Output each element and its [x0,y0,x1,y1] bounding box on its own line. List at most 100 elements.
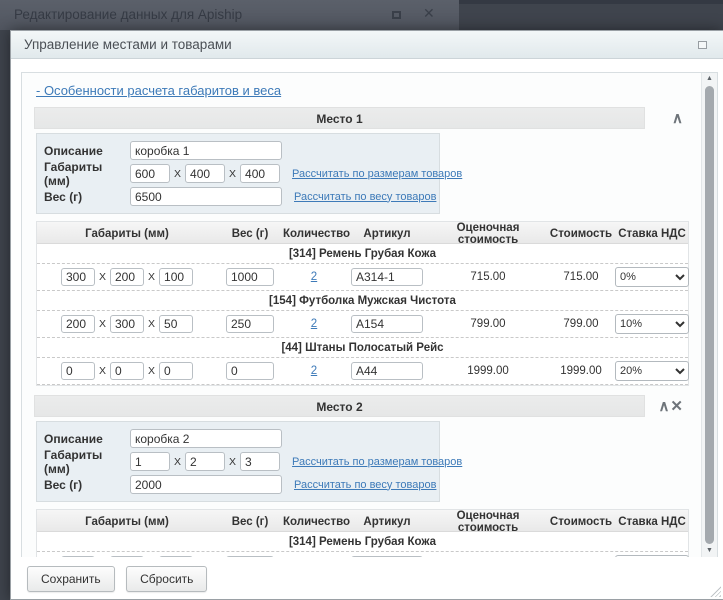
dimension-width-input[interactable] [185,452,225,471]
dimension-separator: X [99,318,106,330]
weight-input[interactable] [130,475,282,494]
vat-select[interactable]: 10% [615,314,689,334]
collapse-place-icon[interactable]: ∧ [658,398,669,415]
product-group-title: [314] Ремень Грубая Кожа [37,532,688,551]
weight-label: Вес (г) [44,190,130,204]
item-dim-height-input[interactable] [159,268,193,286]
dims-cell: X X [37,362,217,380]
quantity-link[interactable]: 2 [311,271,317,283]
weight-input[interactable] [130,187,282,206]
place-1-controls: ∧ [645,109,689,128]
maximize-icon[interactable] [392,11,401,19]
place-2-items-table: Габариты (мм) Вес (г) Количество Артикул… [36,509,689,557]
delete-place-icon[interactable]: ✕ [670,398,683,415]
content-scroll: - Особенности расчета габаритов и веса М… [22,73,701,557]
dimension-height-input[interactable] [240,452,280,471]
reset-button[interactable]: Сбросить [126,566,207,592]
item-weight-cell [217,315,283,333]
dimension-height-input[interactable] [240,164,280,183]
manage-places-dialog: Управление местами и товарами - Особенно… [10,30,723,600]
dialog-content: - Особенности расчета габаритов и веса М… [21,72,718,558]
item-dim-height-input[interactable] [159,362,193,380]
header-vat: Ставка НДС [615,228,689,240]
calc-by-weight-link[interactable]: Рассчитать по весу товаров [294,479,436,491]
item-dim-height-input[interactable] [159,315,193,333]
item-weight-input[interactable] [226,315,274,333]
dimension-separator: X [148,318,155,330]
dimension-separator: X [229,456,236,468]
vat-select[interactable]: 20% [615,361,689,381]
description-input[interactable] [130,141,282,160]
place-1-form: Описание Габариты (мм) X X Рассчитать по… [36,133,440,214]
header-cost: Стоимость [547,228,615,240]
item-dim-length-input[interactable] [61,268,95,286]
weight-label: Вес (г) [44,478,130,492]
estimated-cost-value: 1999.00 [429,365,547,377]
scrollbar-down-icon[interactable]: ▼ [702,546,717,556]
header-weight: Вес (г) [217,228,283,240]
item-dim-length-input[interactable] [61,362,95,380]
calc-by-weight-link[interactable]: Рассчитать по весу товаров [294,191,436,203]
scrollbar-thumb[interactable] [705,86,714,544]
item-dim-width-input[interactable] [110,362,144,380]
dimension-length-input[interactable] [130,164,170,183]
place-1-header: Место 1 ∧ [34,107,689,129]
save-button[interactable]: Сохранить [27,566,115,592]
dimensions-row: Габариты (мм) X X Рассчитать по размерам… [44,450,432,473]
dims-cell: X X [37,315,217,333]
estimated-cost-value: 715.00 [429,271,547,283]
collapse-place-icon[interactable]: ∧ [672,110,683,127]
dimension-width-input[interactable] [185,164,225,183]
header-dimensions: Габариты (мм) [37,228,217,240]
dimension-separator: X [174,456,181,468]
product-row: X X 2 1999.00 1999.00 [37,357,688,385]
item-dim-width-input[interactable] [110,315,144,333]
background-window-titlebar: Редактирование данных для Apiship ✕ [0,0,459,30]
vat-cell: 10% [615,314,689,334]
product-row: X X 2 715.00 715.00 [37,263,688,291]
weight-row: Вес (г) Рассчитать по весу товаров [44,473,432,496]
dimension-length-input[interactable] [130,452,170,471]
resize-handle-icon[interactable] [710,586,721,597]
vat-select[interactable]: 0% [615,267,689,287]
dimension-separator: X [174,168,181,180]
restore-icon[interactable] [698,41,707,49]
item-weight-cell [217,362,283,380]
cost-value: 1999.00 [547,365,615,377]
description-label: Описание [44,144,130,158]
table-header-row: Габариты (мм) Вес (г) Количество Артикул… [37,510,688,532]
item-weight-cell [217,268,283,286]
item-quantity-cell: 2 [283,365,345,377]
close-icon[interactable]: ✕ [423,5,435,22]
features-toggle-link[interactable]: - Особенности расчета габаритов и веса [36,83,281,98]
item-weight-input[interactable] [226,268,274,286]
item-dim-length-input[interactable] [61,315,95,333]
sku-input[interactable] [351,315,423,333]
place-1-title-bar: Место 1 [34,107,645,129]
vertical-scrollbar[interactable]: ▲ ▼ [701,73,717,557]
background-window-title: Редактирование данных для Apiship [14,7,242,22]
header-sku: Артикул [345,228,429,240]
header-dimensions: Габариты (мм) [37,516,217,528]
dims-cell: X X [37,268,217,286]
description-input[interactable] [130,429,282,448]
sku-input[interactable] [351,268,423,286]
dimensions-label: Габариты (мм) [44,160,130,188]
calc-by-size-link[interactable]: Рассчитать по размерам товаров [292,168,462,180]
dimensions-row: Габариты (мм) X X Рассчитать по размерам… [44,162,432,185]
place-1-items-table: Габариты (мм) Вес (г) Количество Артикул… [36,221,689,386]
cost-value: 715.00 [547,271,615,283]
header-estimated-cost: Оценочная стоимость [429,510,547,534]
dimension-separator: X [99,271,106,283]
scrollbar-up-icon[interactable]: ▲ [702,74,717,84]
dimension-separator: X [229,168,236,180]
item-weight-input[interactable] [226,362,274,380]
quantity-link[interactable]: 2 [311,318,317,330]
sku-input[interactable] [351,362,423,380]
place-2-controls: ∧✕ [645,397,689,416]
item-dim-width-input[interactable] [110,268,144,286]
calc-by-size-link[interactable]: Рассчитать по размерам товаров [292,456,462,468]
quantity-link[interactable]: 2 [311,365,317,377]
header-vat: Ставка НДС [615,516,689,528]
table-header-row: Габариты (мм) Вес (г) Количество Артикул… [37,222,688,244]
